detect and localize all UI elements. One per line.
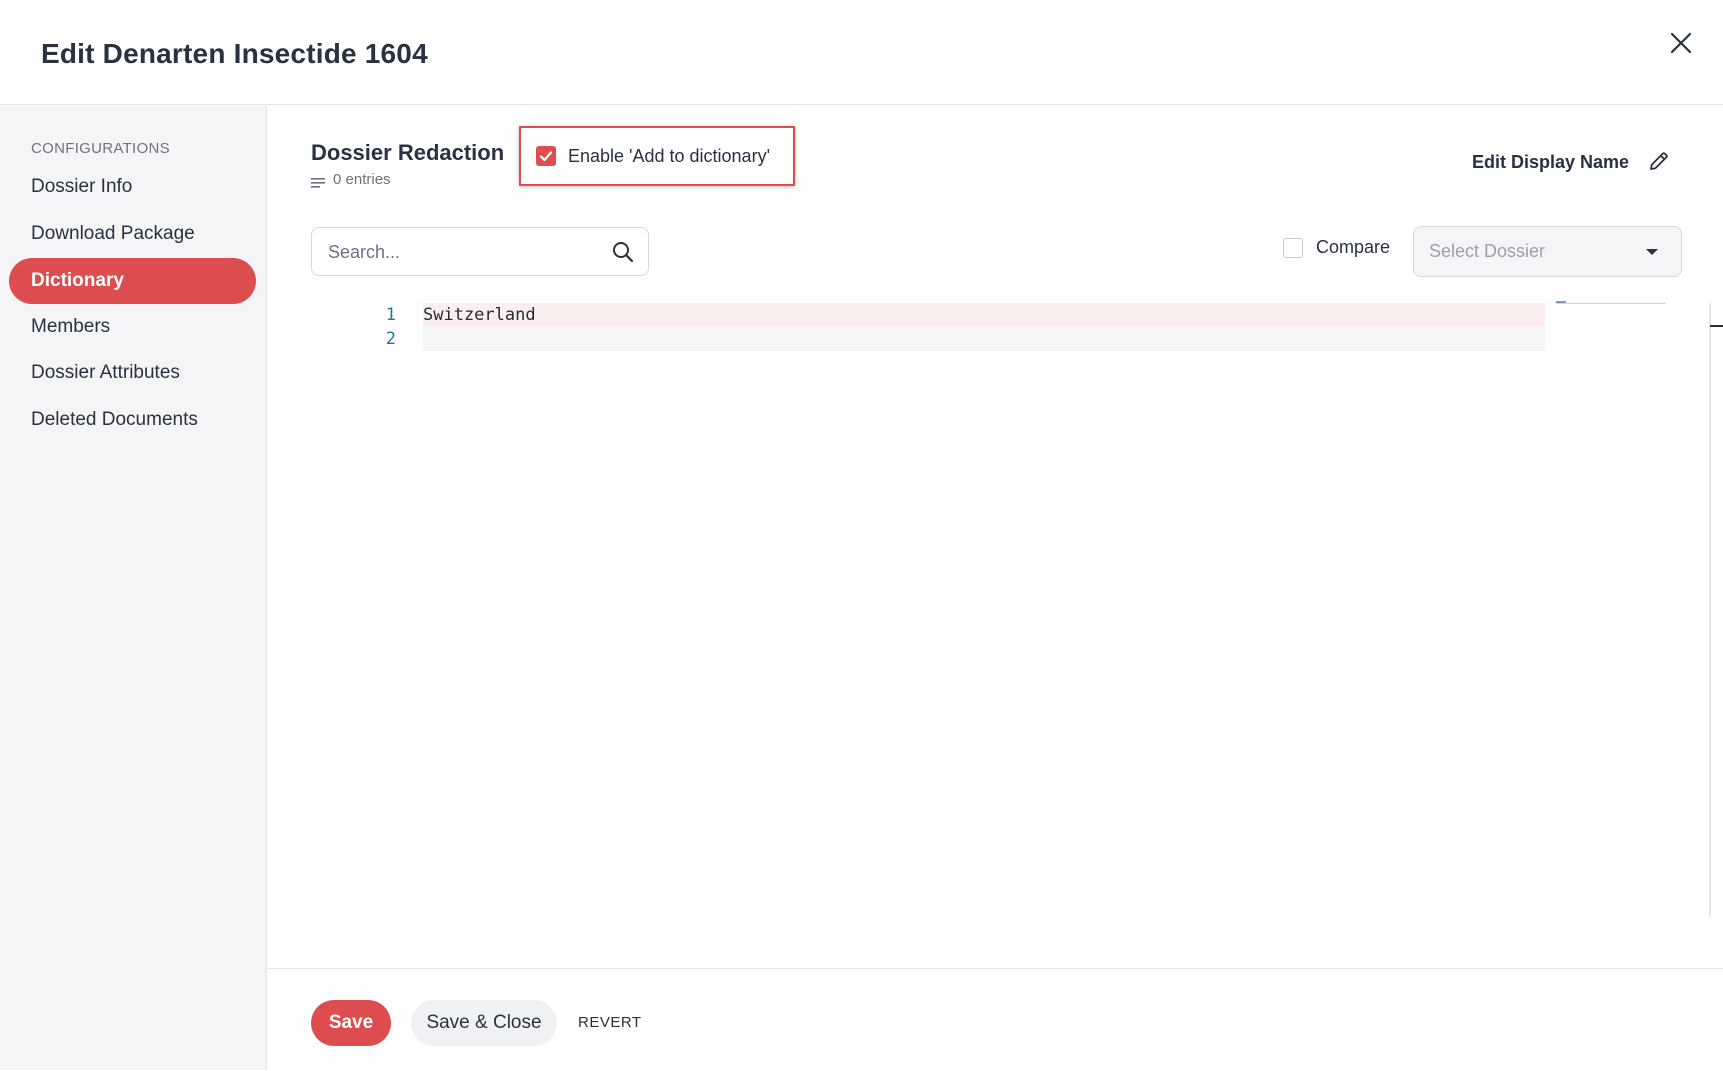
sidebar: CONFIGURATIONS Dossier Info Download Pac… xyxy=(0,106,267,1070)
main-content: Dossier Redaction 0 entries Enable 'Add … xyxy=(268,106,1723,1027)
line-number: 2 xyxy=(385,329,396,349)
section-title: Dossier Redaction xyxy=(311,140,505,165)
sidebar-item-dossier-info[interactable]: Dossier Info xyxy=(9,164,256,210)
save-button[interactable]: Save xyxy=(311,1000,391,1046)
sidebar-item-deleted-documents[interactable]: Deleted Documents xyxy=(9,397,256,443)
dialog-footer: Save Save & Close REVERT xyxy=(268,968,1723,1071)
sidebar-heading: CONFIGURATIONS xyxy=(31,140,170,157)
enable-add-to-dictionary-label: Enable 'Add to dictionary' xyxy=(568,145,770,166)
sidebar-item-dossier-attributes[interactable]: Dossier Attributes xyxy=(9,350,256,396)
list-icon xyxy=(311,175,325,188)
revert-button[interactable]: REVERT xyxy=(578,1000,642,1046)
editor-scrollbar[interactable] xyxy=(1709,303,1711,917)
search-input[interactable] xyxy=(326,228,600,277)
sidebar-item-members[interactable]: Members xyxy=(9,304,256,350)
line-number: 1 xyxy=(385,305,396,325)
dictionary-editor[interactable]: 1 2 Switzerland xyxy=(311,297,1723,1027)
save-and-close-button[interactable]: Save & Close xyxy=(411,1000,557,1046)
minimap-marker xyxy=(1556,301,1566,303)
sidebar-item-dictionary[interactable]: Dictionary xyxy=(9,258,256,304)
edit-display-name-button[interactable]: Edit Display Name xyxy=(1472,152,1629,173)
pencil-icon[interactable] xyxy=(1648,150,1670,172)
search-icon[interactable] xyxy=(611,240,635,264)
compare-label: Compare xyxy=(1316,237,1391,257)
checkbox-checked-icon[interactable] xyxy=(536,146,556,166)
editor-line[interactable] xyxy=(423,327,1545,351)
chevron-down-icon xyxy=(1645,244,1659,255)
entries-text: 0 entries xyxy=(333,171,391,188)
search-box xyxy=(311,227,649,277)
editor-line[interactable]: Switzerland xyxy=(423,303,1545,327)
entries-count: 0 entries xyxy=(311,171,391,188)
sidebar-item-download-package[interactable]: Download Package xyxy=(9,211,256,257)
dialog-header: Edit Denarten Insectide 1604 xyxy=(0,0,1723,105)
overview-ruler-mark xyxy=(1710,325,1723,327)
dialog-title: Edit Denarten Insectide 1604 xyxy=(41,38,428,69)
enable-add-to-dictionary-checkbox[interactable]: Enable 'Add to dictionary' xyxy=(519,126,795,186)
minimap xyxy=(1556,303,1666,304)
compare-checkbox[interactable] xyxy=(1283,238,1303,258)
select-dossier-dropdown[interactable]: Select Dossier xyxy=(1413,226,1682,277)
close-icon[interactable] xyxy=(1666,28,1696,58)
